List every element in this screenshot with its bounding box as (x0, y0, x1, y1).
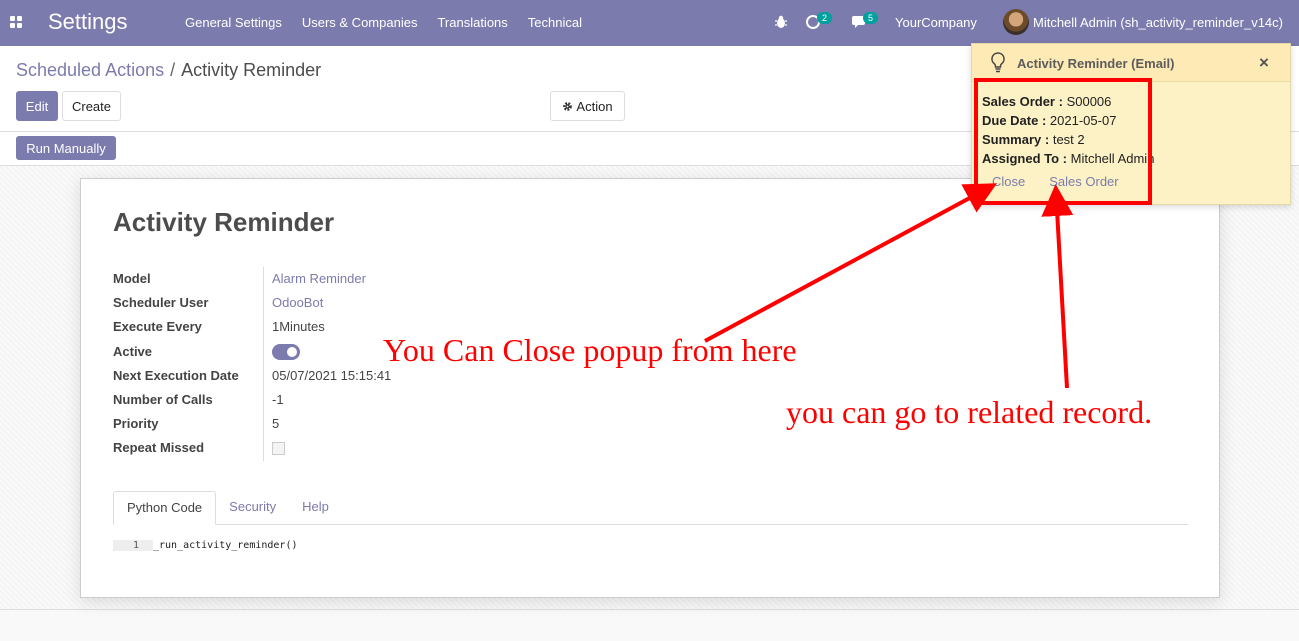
model-value[interactable]: Alarm Reminder (272, 267, 391, 291)
scheduler-user-value[interactable]: OdooBot (272, 291, 391, 315)
field-label-execute-every: Execute Every (113, 319, 202, 335)
field-label-repeat-missed: Repeat Missed (113, 440, 205, 456)
field-label-active: Active (113, 343, 153, 359)
popup-value-summary: test 2 (1052, 132, 1085, 147)
popup-header: Activity Reminder (Email) × (972, 44, 1290, 82)
bug-icon[interactable] (775, 15, 787, 29)
code-text: _run_activity_reminder() (153, 540, 298, 551)
popup-row-assigned-to: Assigned To : Mitchell Admin (982, 149, 1154, 168)
field-label-scheduler-user: Scheduler User (113, 295, 209, 311)
menu-translations[interactable]: Translations (427, 15, 517, 30)
field-label-model: Model (113, 271, 151, 286)
execute-every-value: 1Minutes (272, 319, 325, 335)
field-divider (263, 267, 264, 461)
tab-python-code[interactable]: Python Code (113, 491, 217, 525)
top-navbar: Settings General Settings Users & Compan… (0, 0, 1299, 46)
field-label-priority: Priority (113, 416, 159, 432)
activity-reminder-popup: Activity Reminder (Email) × Sales Order … (971, 43, 1291, 205)
notebook-tabs: Python Code Security Help (113, 491, 1188, 525)
popup-sales-order-link[interactable]: Sales Order (1049, 174, 1118, 189)
form-sheet: Activity Reminder Model Scheduler User E… (80, 178, 1220, 598)
popup-label-summary: Summary : (982, 132, 1050, 147)
user-menu[interactable]: Mitchell Admin (sh_activity_reminder_v14… (1033, 15, 1283, 30)
activity-count-badge: 2 (817, 12, 833, 24)
priority-value: 5 (272, 416, 280, 432)
popup-close-link[interactable]: Close (992, 174, 1025, 189)
next-execution-date-value: 05/07/2021 15:15:41 (272, 367, 392, 383)
record-title: Activity Reminder (113, 207, 335, 237)
popup-links: Close Sales Order (992, 174, 1119, 189)
lightbulb-icon (991, 52, 1005, 73)
annotation-record-hint: you can go to related record. (786, 394, 1153, 430)
repeat-missed-checkbox[interactable] (272, 442, 285, 456)
popup-body: Sales Order : S00006 Due Date : 2021-05-… (982, 92, 1154, 168)
active-toggle[interactable] (272, 344, 300, 361)
edit-button[interactable]: Edit (16, 91, 58, 121)
field-labels: Model Scheduler User Execute Every Activ… (113, 267, 239, 461)
company-switcher[interactable]: YourCompany (895, 15, 977, 30)
popup-value-assigned-to: Mitchell Admin (1070, 151, 1155, 166)
breadcrumb-separator: / (170, 60, 176, 80)
breadcrumb-scheduled-actions[interactable]: Scheduled Actions (16, 60, 164, 80)
action-button[interactable]: Action (550, 91, 625, 121)
popup-value-sales-order: S00006 (1066, 94, 1112, 109)
popup-row-sales-order: Sales Order : S00006 (982, 92, 1154, 111)
annotation-close-hint: You Can Close popup from here (383, 332, 797, 368)
repeat-missed-field (272, 436, 391, 460)
apps-grid-icon[interactable] (10, 16, 23, 28)
close-icon[interactable]: × (1259, 53, 1269, 73)
run-manually-button[interactable]: Run Manually (16, 136, 116, 160)
popup-row-summary: Summary : test 2 (982, 130, 1154, 149)
popup-row-due-date: Due Date : 2021-05-07 (982, 111, 1154, 130)
tab-help[interactable]: Help (289, 491, 342, 525)
menu-general-settings[interactable]: General Settings (175, 15, 292, 30)
code-line-number: 1 (113, 540, 153, 551)
popup-title: Activity Reminder (Email) (1017, 56, 1175, 71)
main-menu: General Settings Users & Companies Trans… (175, 15, 592, 30)
message-count-badge: 5 (863, 12, 879, 24)
active-field (272, 340, 391, 364)
action-button-label: Action (576, 98, 613, 114)
breadcrumb-current: Activity Reminder (181, 60, 322, 80)
breadcrumb: Scheduled Actions / Activity Reminder (16, 60, 321, 81)
menu-technical[interactable]: Technical (518, 15, 592, 30)
field-label-next-execution-date: Next Execution Date (113, 367, 239, 383)
create-button[interactable]: Create (62, 91, 121, 121)
popup-value-due-date: 2021-05-07 (1049, 113, 1117, 128)
code-editor[interactable]: 1 _run_activity_reminder() (113, 540, 298, 551)
app-name: Settings (48, 9, 128, 34)
popup-label-due-date: Due Date : (982, 113, 1047, 128)
tab-security[interactable]: Security (216, 491, 289, 525)
gear-icon (563, 101, 573, 111)
user-avatar[interactable] (1003, 9, 1029, 35)
menu-users-companies[interactable]: Users & Companies (292, 15, 428, 30)
field-label-number-of-calls: Number of Calls (113, 391, 213, 407)
popup-label-sales-order: Sales Order : (982, 94, 1063, 109)
field-values: Alarm Reminder OdooBot 1Minutes 05/07/20… (272, 267, 391, 461)
popup-label-assigned-to: Assigned To : (982, 151, 1067, 166)
number-of-calls-value: -1 (272, 391, 284, 407)
